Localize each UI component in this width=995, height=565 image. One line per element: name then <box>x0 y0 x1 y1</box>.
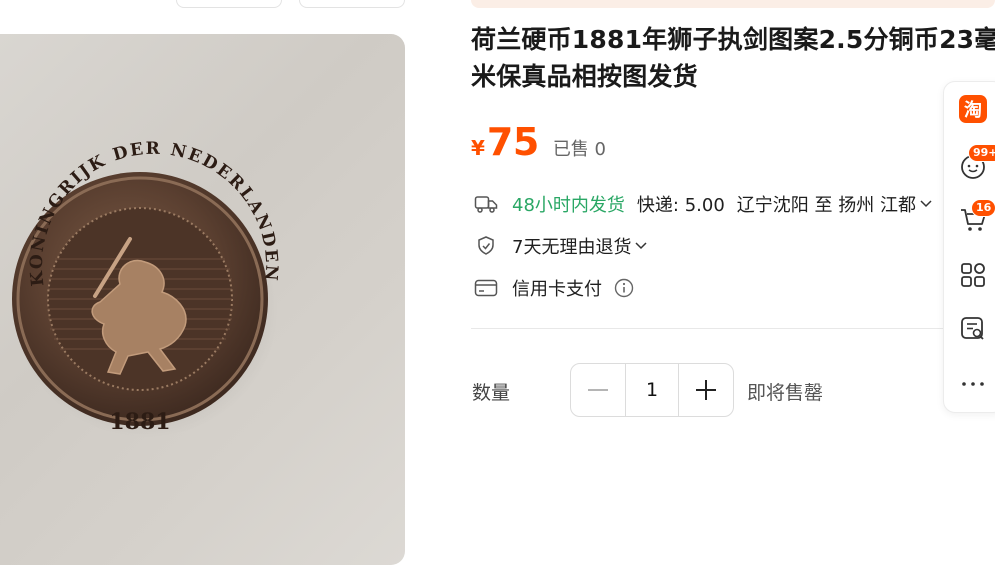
coin-illustration: KONINGRIJK DER NEDERLANDEN 1881 <box>12 139 279 438</box>
messages-badge: 99+ <box>968 144 995 162</box>
return-policy: 7天无理由退货 <box>512 237 632 258</box>
currency-symbol: ¥ <box>471 136 485 160</box>
shield-hand-icon <box>473 235 499 257</box>
express-fee: 快递: 5.00 <box>636 195 725 216</box>
payment-row: 信用卡支付 <box>473 275 634 301</box>
shipping-route[interactable]: 辽宁沈阳 至 扬州 江都 <box>737 191 916 217</box>
product-title: 荷兰硬币1881年狮子执剑图案2.5分铜币23毫米保真品相按图发货 <box>471 25 995 91</box>
shipping-row: 48小时内发货 快递: 5.00 辽宁沈阳 至 扬州 江都 <box>473 191 932 217</box>
truck-icon <box>473 193 499 215</box>
message-icon[interactable]: 99+ <box>958 144 995 181</box>
increase-button[interactable] <box>679 364 733 416</box>
cart-icon[interactable]: 16 <box>958 199 995 235</box>
section-divider <box>471 328 995 329</box>
guarantee-row[interactable]: 7天无理由退货 <box>473 233 647 259</box>
cart-badge: 16 <box>971 199 995 217</box>
svg-text:1881: 1881 <box>109 409 170 435</box>
promo-banner-edge <box>471 0 995 8</box>
chevron-down-icon[interactable] <box>635 239 647 254</box>
payment-method: 信用卡支付 <box>512 279 602 300</box>
price-value: 75 <box>486 120 539 164</box>
taobao-logo-icon[interactable]: 淘 <box>958 94 988 124</box>
sold-count: 已售 0 <box>552 139 606 160</box>
thumbnail-button-2[interactable] <box>299 0 405 8</box>
product-image[interactable]: KONINGRIJK DER NEDERLANDEN 1881 <box>0 34 405 565</box>
decrease-button[interactable] <box>571 364 625 416</box>
quantity-stepper: 1 <box>570 363 734 417</box>
credit-card-icon <box>473 277 499 299</box>
info-icon[interactable] <box>614 278 634 298</box>
price-row: ¥ 75 已售 0 <box>471 120 606 164</box>
stock-status: 即将售罄 <box>747 382 824 404</box>
floating-toolbar: 淘 99+ 16 <box>943 81 995 413</box>
dispatch-time: 48小时内发货 <box>512 195 625 216</box>
feedback-icon[interactable] <box>958 314 988 344</box>
chevron-down-icon[interactable] <box>920 197 932 212</box>
thumbnail-button-1[interactable] <box>176 0 282 8</box>
grid-icon[interactable] <box>958 260 988 290</box>
more-icon[interactable] <box>958 369 988 399</box>
quantity-input[interactable]: 1 <box>625 364 679 416</box>
quantity-label: 数量 <box>472 382 511 404</box>
